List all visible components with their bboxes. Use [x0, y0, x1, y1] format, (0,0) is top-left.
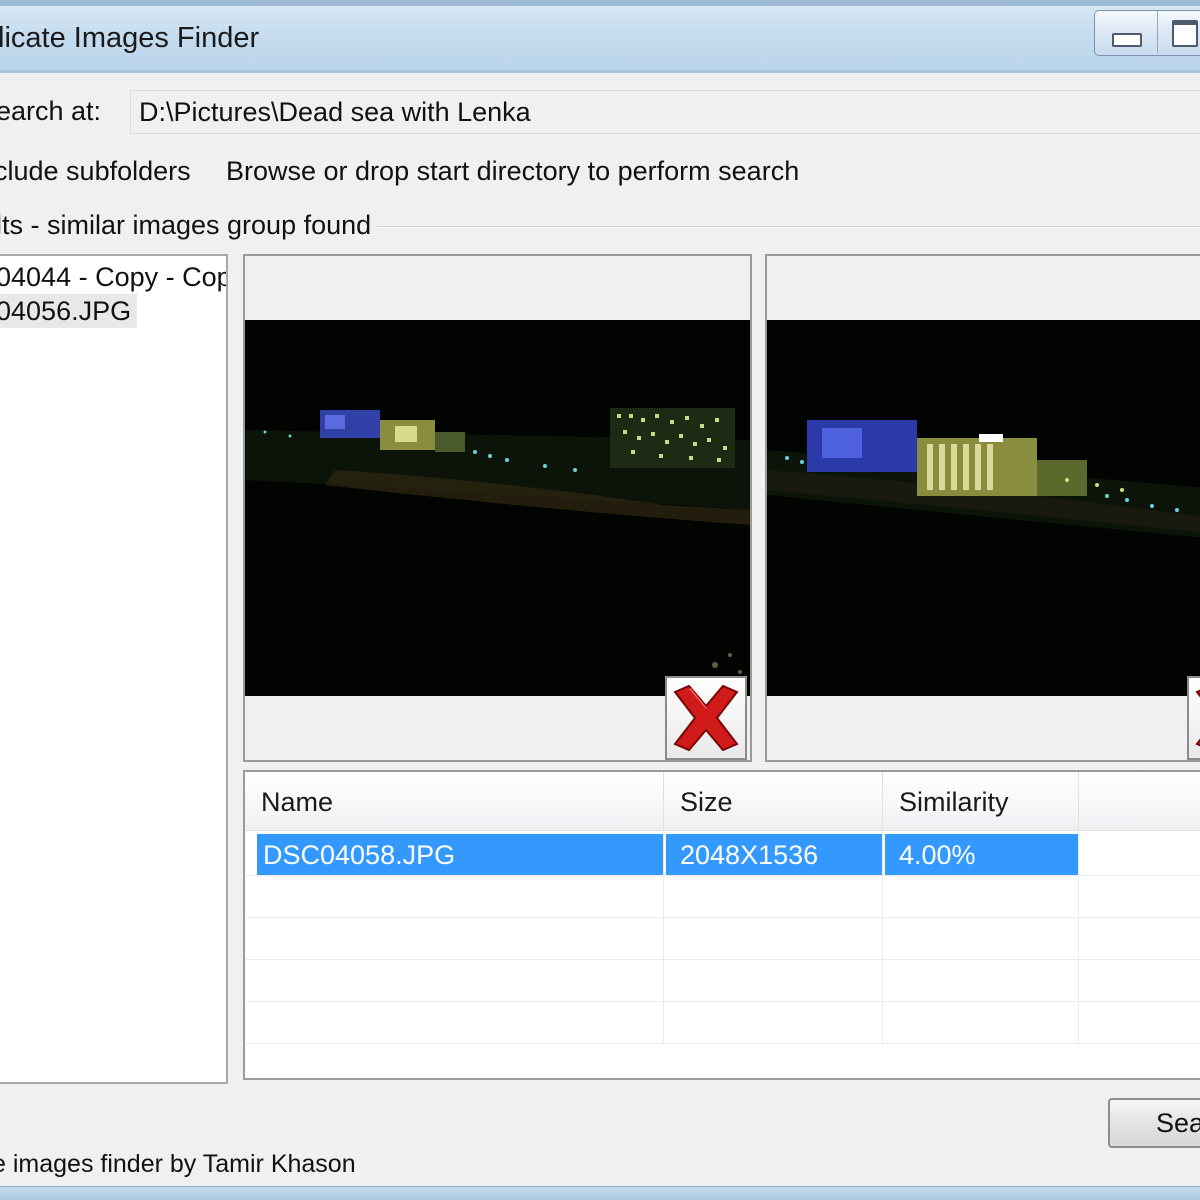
- include-subfolders-checkbox[interactable]: clude subfolders: [0, 156, 191, 187]
- column-header-name[interactable]: Name: [245, 772, 664, 830]
- table-row[interactable]: [245, 918, 1200, 960]
- title-bar[interactable]: licate Images Finder: [0, 0, 1200, 72]
- cell-size: [664, 918, 883, 959]
- window-bottom-border: [0, 1186, 1200, 1200]
- table-row[interactable]: [245, 960, 1200, 1002]
- search-at-label: earch at:: [0, 96, 102, 126]
- cell-size: [664, 960, 883, 1001]
- cell-size: 2048X1536: [664, 834, 883, 875]
- cell-similarity: 4.00%: [883, 834, 1079, 875]
- cell-name: [257, 918, 664, 959]
- delete-x-icon: [1195, 689, 1200, 747]
- table-row[interactable]: [245, 876, 1200, 918]
- app-window: licate Images Finder earch at: D:\Pictur…: [0, 0, 1200, 1200]
- cell-blank: [1079, 876, 1200, 917]
- cell-blank: [1079, 918, 1200, 959]
- photo-thumbnail-left[interactable]: [245, 320, 750, 696]
- cell-name: [257, 876, 664, 917]
- status-text: e images finder by Tamir Khason: [0, 1150, 356, 1178]
- title-bar-divider: [0, 70, 1200, 73]
- maximize-icon: [1172, 20, 1198, 47]
- image-preview-left: [243, 254, 752, 762]
- minimize-icon: [1112, 33, 1142, 47]
- night-photo-left: [245, 320, 750, 696]
- cell-blank: [1079, 834, 1200, 875]
- list-item[interactable]: 04056.JPG: [0, 294, 138, 328]
- night-photo-right: [767, 320, 1200, 696]
- results-table[interactable]: Name Size Similarity DSC04058.JPG 2048X1…: [243, 770, 1200, 1080]
- group-border: [360, 226, 1200, 228]
- cell-size: [664, 1002, 883, 1043]
- cell-blank: [1079, 1002, 1200, 1043]
- cell-name: [257, 1002, 664, 1043]
- photo-thumbnail-right[interactable]: [767, 320, 1200, 696]
- cell-similarity: [883, 960, 1079, 1001]
- window-title: licate Images Finder: [0, 22, 260, 54]
- cell-similarity: [883, 1002, 1079, 1043]
- delete-left-button[interactable]: [665, 676, 747, 760]
- cell-name: [257, 960, 664, 1001]
- cell-size: [664, 876, 883, 917]
- column-header-similarity[interactable]: Similarity: [883, 772, 1079, 830]
- cell-name: DSC04058.JPG: [257, 834, 664, 875]
- search-button[interactable]: Sea: [1108, 1098, 1200, 1148]
- cell-similarity: [883, 876, 1079, 917]
- maximize-button[interactable]: [1158, 11, 1200, 53]
- table-row[interactable]: DSC04058.JPG 2048X1536 4.00%: [245, 834, 1200, 876]
- table-header: Name Size Similarity: [245, 772, 1200, 831]
- list-item[interactable]: 04044 - Copy - Copy: [0, 260, 226, 294]
- column-header-size[interactable]: Size: [664, 772, 883, 830]
- file-list[interactable]: 04044 - Copy - Copy 04056.JPG: [0, 254, 228, 1084]
- cell-blank: [1079, 960, 1200, 1001]
- delete-x-icon: [673, 684, 739, 752]
- table-row[interactable]: [245, 1002, 1200, 1044]
- window-controls: [1094, 10, 1200, 56]
- image-preview-right: [765, 254, 1200, 762]
- delete-right-button[interactable]: [1187, 676, 1200, 760]
- results-group-label: lts - similar images group found: [0, 210, 378, 241]
- column-header-blank[interactable]: [1079, 772, 1200, 830]
- browse-hint: Browse or drop start directory to perfor…: [226, 156, 800, 186]
- cell-similarity: [883, 918, 1079, 959]
- search-path-field[interactable]: D:\Pictures\Dead sea with Lenka: [130, 90, 1200, 134]
- minimize-button[interactable]: [1095, 11, 1158, 53]
